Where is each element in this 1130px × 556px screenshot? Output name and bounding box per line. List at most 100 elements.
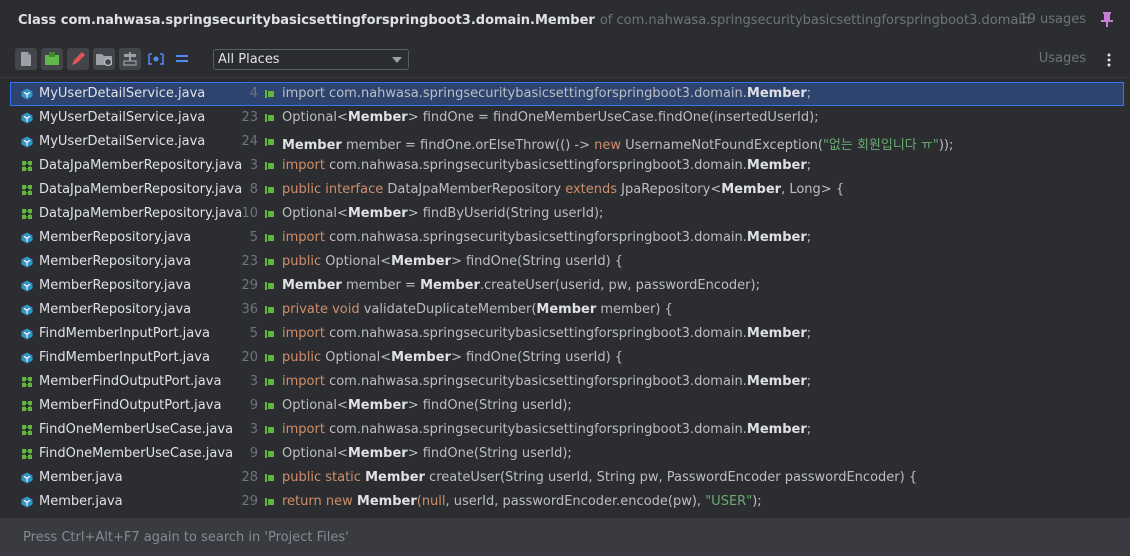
file-icon[interactable] [15, 48, 37, 70]
code-snippet: public Optional<Member> findOne(String u… [282, 254, 623, 269]
usage-row[interactable]: FindOneMemberUseCase.java 9 Optional<Membe… [10, 442, 1124, 466]
usage-row[interactable]: MemberRepository.java 36 private void vali… [10, 298, 1124, 322]
highlighted-symbol: Member [347, 206, 408, 221]
code-token: com.nahwasa.springsecuritybasicsettingfo… [324, 422, 747, 437]
code-snippet: import com.nahwasa.springsecuritybasicse… [282, 230, 811, 245]
line-number: 29 [241, 494, 258, 509]
interface-file-icon [22, 209, 32, 219]
code-token: public interface [282, 182, 384, 197]
usage-marker-icon [265, 234, 274, 242]
line-number: 4 [249, 86, 258, 101]
code-token: public static [282, 470, 361, 485]
folder-icon[interactable] [93, 48, 115, 70]
code-token: )); [938, 138, 954, 153]
edit-icon[interactable] [67, 48, 89, 70]
highlighted-symbol: Member [391, 350, 451, 365]
file-name: MemberFindOutputPort.java [39, 374, 222, 389]
line-number: 28 [241, 470, 258, 485]
usage-row[interactable]: MyUserDetailService.java 23 Optional<Membe… [10, 106, 1124, 130]
usage-marker-icon [265, 90, 274, 98]
module-icon[interactable] [41, 48, 63, 70]
highlighted-symbol: Member [746, 326, 807, 341]
class-file-icon [21, 112, 33, 124]
highlighted-symbol: Member [365, 470, 425, 485]
code-snippet: import com.nahwasa.springsecuritybasicse… [282, 86, 811, 101]
usage-count: 19 usages [1019, 12, 1086, 27]
file-name: FindOneMemberUseCase.java [39, 446, 234, 461]
line-number: 24 [241, 134, 258, 149]
interface-file-icon [22, 401, 32, 411]
code-token: > findOne(String userId); [407, 398, 572, 413]
line-number: 9 [249, 446, 258, 461]
interface-file-icon [22, 161, 32, 171]
usage-marker-icon [265, 138, 274, 146]
preview-icon[interactable] [145, 48, 167, 70]
code-token: > findOne = findOneMemberUseCase.findOne… [407, 110, 819, 125]
code-token: import [282, 374, 325, 389]
class-file-icon [21, 280, 33, 292]
interface-file-icon [22, 185, 32, 195]
code-snippet: import com.nahwasa.springsecuritybasicse… [282, 422, 811, 437]
usage-row[interactable]: MemberRepository.java 5 import com.nahwasa… [10, 226, 1124, 250]
usage-row[interactable]: MemberRepository.java 29 Member member = M… [10, 274, 1124, 298]
group-icon[interactable] [171, 48, 193, 70]
file-name: MemberRepository.java [39, 302, 192, 317]
code-token: UsernameNotFoundException( [621, 138, 823, 153]
code-snippet: Optional<Member> findOne(String userId); [282, 398, 572, 413]
code-token: > findOne(String userId); [407, 446, 572, 461]
usage-marker-icon [265, 450, 274, 458]
highlighted-symbol: Member [721, 182, 782, 197]
file-name: MyUserDetailService.java [39, 110, 206, 125]
usage-row[interactable]: MemberFindOutputPort.java 9 Optional<Membe… [10, 394, 1124, 418]
merge-icon[interactable] [119, 48, 141, 70]
code-snippet: Member member = findOne.orElseThrow(() -… [282, 134, 953, 153]
toolbar: All Places Usages [0, 44, 1130, 74]
highlighted-symbol: Member [282, 138, 342, 153]
usage-row[interactable]: DataJpaMemberRepository.java 3 import com.… [10, 154, 1124, 178]
highlighted-symbol: Member [420, 278, 480, 293]
highlighted-symbol: Member [746, 422, 807, 437]
usage-row[interactable]: MyUserDetailService.java 24 Member member … [10, 130, 1124, 154]
popup-header: Class com.nahwasa.springsecuritybasicset… [0, 0, 1130, 40]
code-token: "없는 회원입니다 ㅠ" [822, 138, 939, 153]
usages-label: Usages [1038, 51, 1086, 66]
more-options-icon[interactable] [1106, 52, 1112, 68]
code-token: com.nahwasa.springsecuritybasicsettingfo… [324, 230, 747, 245]
code-token: import com.nahwasa.springsecuritybasicse… [282, 86, 747, 101]
code-token: Optional< [282, 398, 348, 413]
code-token: member = [341, 278, 421, 293]
usage-row[interactable]: DataJpaMemberRepository.java 10 Optional<M… [10, 202, 1124, 226]
code-snippet: import com.nahwasa.springsecuritybasicse… [282, 158, 811, 173]
usage-row[interactable]: FindOneMemberUseCase.java 3 import com.nah… [10, 418, 1124, 442]
code-token: com.nahwasa.springsecuritybasicsettingfo… [324, 326, 747, 341]
usage-row[interactable]: FindMemberInputPort.java 20 public Optiona… [10, 346, 1124, 370]
code-snippet: private void validateDuplicateMember(Mem… [282, 302, 673, 317]
highlighted-symbol: Member [347, 446, 408, 461]
usage-marker-icon [265, 354, 274, 362]
code-snippet: Member member = Member.createUser(userid… [282, 278, 760, 293]
usage-row[interactable]: MyUserDetailService.java 4 import com.nahw… [10, 82, 1124, 106]
code-snippet: Optional<Member> findOne(String userId); [282, 446, 572, 461]
usage-marker-icon [265, 378, 274, 386]
code-token: ; [806, 158, 812, 173]
usage-row[interactable]: DataJpaMemberRepository.java 8 public inte… [10, 178, 1124, 202]
scope-select[interactable]: All Places [213, 49, 409, 70]
usage-marker-icon [265, 162, 274, 170]
code-token: > findOne(String userId) { [450, 350, 624, 365]
code-token: , userId, passwordEncoder.encode(pw), [445, 494, 706, 509]
code-token: Optional< [282, 110, 348, 125]
code-token: createUser(String userId, String pw, Pas… [424, 470, 918, 485]
usage-row[interactable]: FindMemberInputPort.java 5 import com.nahw… [10, 322, 1124, 346]
usage-marker-icon [265, 330, 274, 338]
code-token: Optional< [321, 350, 392, 365]
code-token: ; [806, 326, 812, 341]
usage-row[interactable]: Member.java 29 return new Member(null, use… [10, 490, 1124, 514]
file-name: MemberFindOutputPort.java [39, 398, 222, 413]
usage-row[interactable]: MemberRepository.java 23 public Optional<M… [10, 250, 1124, 274]
usage-row[interactable]: MemberFindOutputPort.java 3 import com.nah… [10, 370, 1124, 394]
code-token: DataJpaMemberRepository [383, 182, 566, 197]
code-token: (null [416, 494, 446, 509]
usage-row[interactable]: Member.java 28 public static Member create… [10, 466, 1124, 490]
code-token: import [282, 422, 325, 437]
pin-icon[interactable] [1100, 11, 1114, 27]
